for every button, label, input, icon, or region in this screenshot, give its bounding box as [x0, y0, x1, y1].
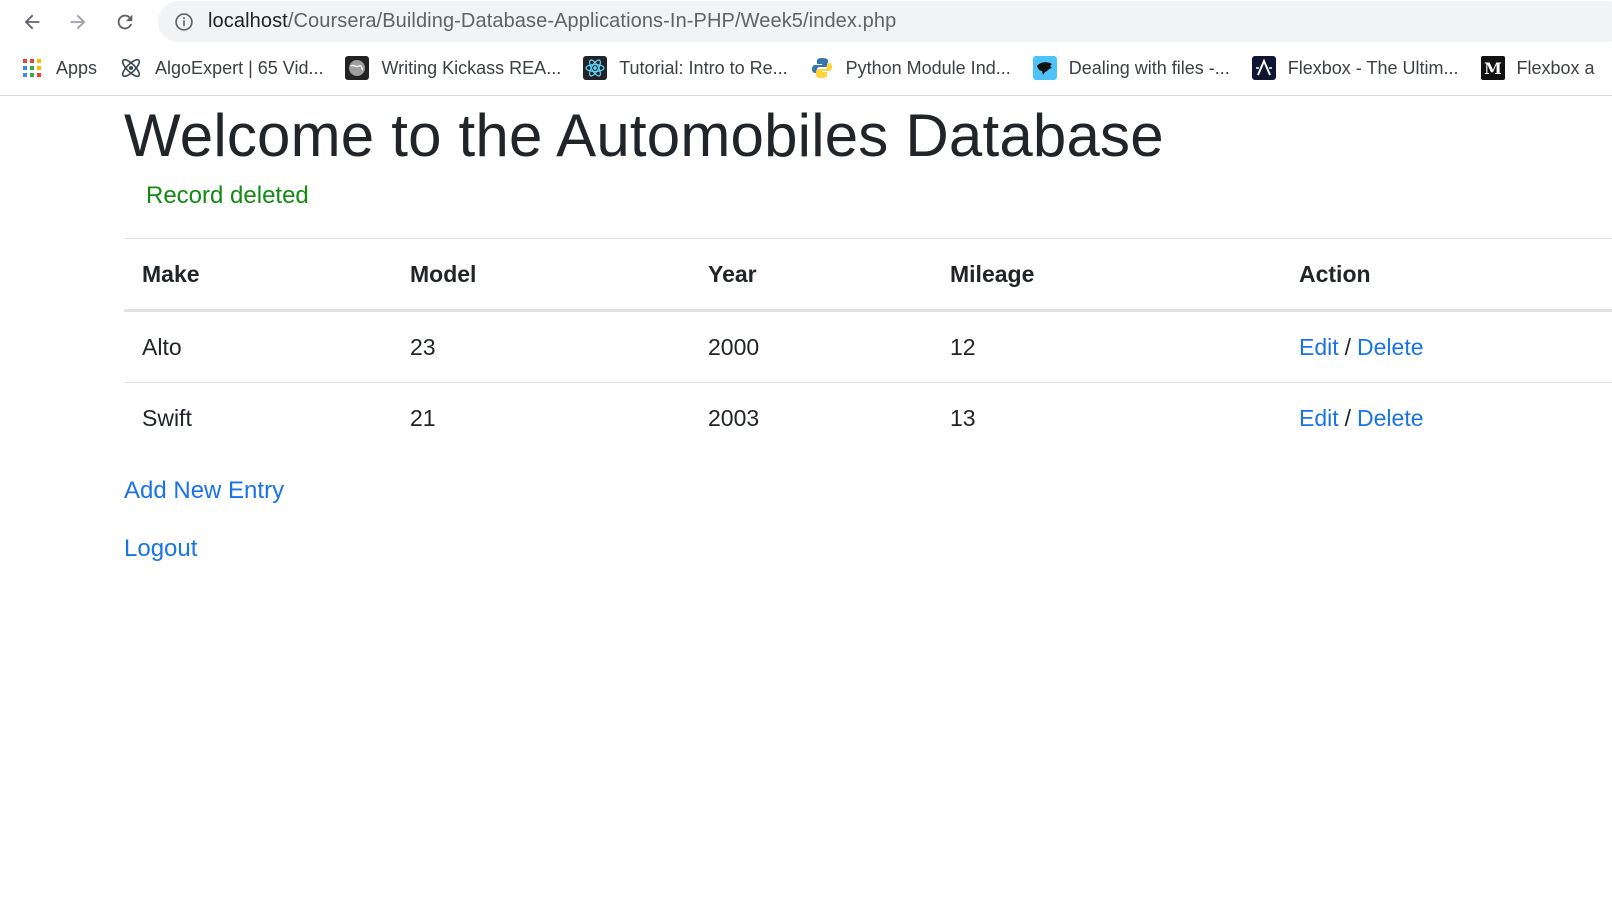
- bookmark-apps[interactable]: Apps: [12, 52, 105, 84]
- reload-button[interactable]: [109, 6, 141, 38]
- cell-make: Swift: [142, 404, 192, 431]
- header-action: Action: [1281, 238, 1612, 312]
- bookmarks-bar: Apps AlgoExpert | 65 Vid... Writing Kick…: [0, 50, 1612, 86]
- table-row: Swift 21 2003 13 Edit / Delete: [124, 383, 1612, 454]
- algoexpert-icon: [119, 56, 143, 80]
- cell-make: Alto: [124, 310, 392, 383]
- action-separator: /: [1344, 333, 1352, 360]
- bookmark-label: Python Module Ind...: [845, 57, 1011, 78]
- table-row: Alto 23 2000 12 Edit / Delete: [124, 310, 1612, 383]
- apps-grid-icon: [20, 56, 44, 80]
- url-text[interactable]: localhost/Coursera/Building-Database-App…: [208, 10, 896, 33]
- panther-icon: [1032, 56, 1057, 80]
- navigation-bar: localhost/Coursera/Building-Database-App…: [0, 0, 1612, 44]
- arrow-right-icon: [70, 14, 86, 30]
- bookmark-label: Apps: [56, 57, 98, 78]
- forward-button[interactable]: [62, 6, 94, 38]
- page-content: Welcome to the Automobiles Database Reco…: [124, 96, 1612, 567]
- header-make: Make: [124, 238, 392, 312]
- table-header-row: Make Model Year Mileage Action: [124, 238, 1612, 312]
- delete-link[interactable]: Delete: [1357, 334, 1423, 360]
- logout-link[interactable]: Logout: [124, 531, 1612, 567]
- action-separator: /: [1344, 404, 1352, 431]
- info-icon[interactable]: [173, 11, 195, 33]
- bookmark-algoexpert[interactable]: AlgoExpert | 65 Vid...: [111, 52, 331, 84]
- bookmark-python-module[interactable]: Python Module Ind...: [802, 52, 1019, 84]
- url-host: localhost: [208, 10, 288, 32]
- cell-model: 23: [392, 310, 690, 383]
- page-links: Add New Entry Logout: [124, 473, 1612, 567]
- automobiles-table: Make Model Year Mileage Action Alto 23 2…: [124, 238, 1612, 453]
- cell-year: 2003: [708, 404, 760, 431]
- reload-icon: [117, 14, 133, 30]
- header-model: Model: [392, 238, 690, 312]
- delete-link[interactable]: Delete: [1357, 405, 1423, 431]
- bookmark-label: Flexbox - The Ultim...: [1287, 57, 1459, 78]
- edit-link[interactable]: Edit: [1299, 405, 1339, 431]
- bookmark-dealing-with-files[interactable]: Dealing with files -...: [1025, 52, 1238, 84]
- back-button[interactable]: [16, 6, 48, 38]
- bookmark-label: Writing Kickass REA...: [381, 57, 562, 78]
- url-path: /Coursera/Building-Database-Applications…: [287, 10, 897, 32]
- arrow-left-icon: [24, 14, 40, 30]
- cell-action: Edit / Delete: [1281, 383, 1612, 454]
- cell-mileage: 13: [950, 404, 976, 431]
- bookmark-flexbox-a[interactable]: M Flexbox a: [1473, 52, 1603, 84]
- cell-mileage: 12: [932, 310, 1281, 383]
- page-title: Welcome to the Automobiles Database: [124, 102, 1164, 169]
- bookmark-label: AlgoExpert | 65 Vid...: [155, 57, 324, 78]
- header-mileage: Mileage: [932, 238, 1281, 312]
- bookmark-label: Dealing with files -...: [1068, 57, 1230, 78]
- header-year: Year: [690, 238, 932, 312]
- python-icon: [810, 56, 834, 80]
- add-new-entry-link[interactable]: Add New Entry: [124, 473, 1612, 509]
- cell-model: 21: [410, 404, 436, 431]
- bookmark-writing-kickass[interactable]: Writing Kickass REA...: [337, 52, 569, 84]
- edit-link[interactable]: Edit: [1299, 334, 1339, 360]
- flash-message: Record deleted: [146, 182, 309, 209]
- bookmark-flexbox-ultimate[interactable]: Flexbox - The Ultim...: [1244, 52, 1467, 84]
- flexbox-logo-icon: [1251, 56, 1276, 80]
- bookmark-label: Tutorial: Intro to Re...: [619, 57, 788, 78]
- medium-m-icon: M: [1480, 56, 1505, 80]
- react-atom-icon: [583, 56, 608, 80]
- cell-year: 2000: [690, 310, 932, 383]
- globe-icon: [345, 56, 370, 80]
- browser-chrome: localhost/Coursera/Building-Database-App…: [0, 0, 1612, 96]
- svg-text:M: M: [1484, 59, 1502, 78]
- bookmark-label: Flexbox a: [1516, 57, 1595, 78]
- bookmark-tutorial-react[interactable]: Tutorial: Intro to Re...: [575, 52, 795, 84]
- address-bar[interactable]: localhost/Coursera/Building-Database-App…: [158, 1, 1612, 42]
- cell-action: Edit / Delete: [1281, 310, 1612, 383]
